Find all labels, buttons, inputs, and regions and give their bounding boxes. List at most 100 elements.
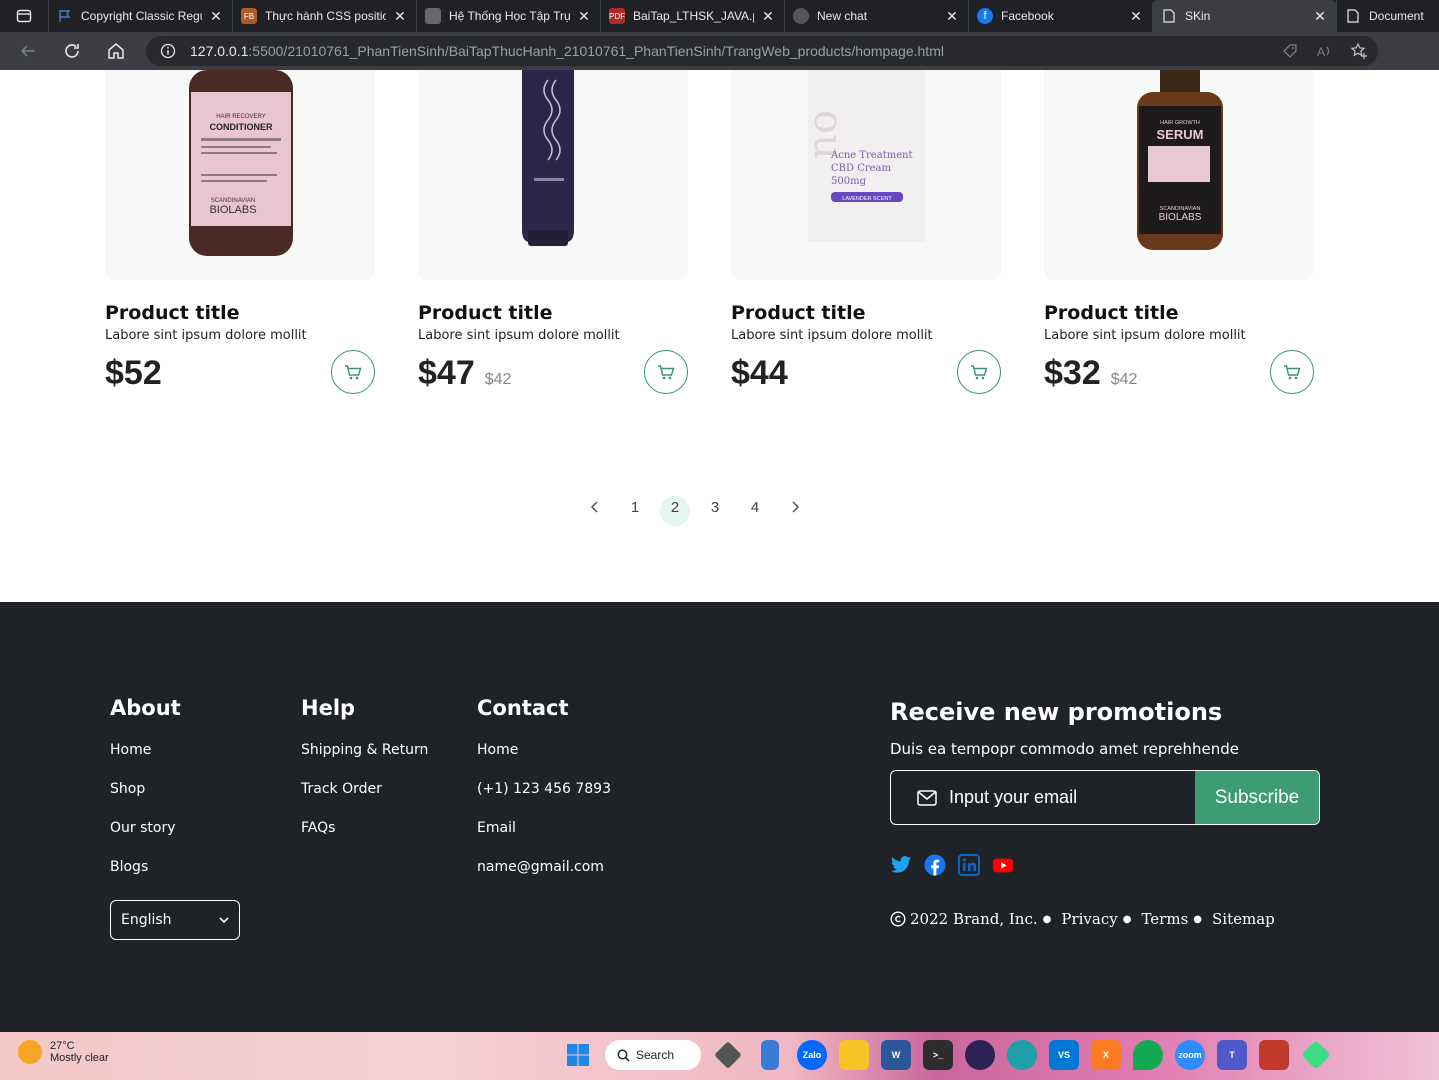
tab-title: Hệ Thống Học Tập Trự xyxy=(449,9,570,23)
close-icon[interactable]: ✕ xyxy=(1128,8,1144,25)
chevron-right-icon xyxy=(792,501,800,513)
file-explorer-icon[interactable] xyxy=(839,1040,869,1070)
tab-baitap-pdf[interactable]: PDF BaiTap_LTHSK_JAVA.pd ✕ xyxy=(600,0,784,32)
facebook-icon: f xyxy=(977,8,993,24)
url-field[interactable]: 127.0.0.1:5500/21010761_PhanTienSinh/Bai… xyxy=(146,36,1378,66)
footer-contact: Contact Home (+1) 123 456 7893 Email nam… xyxy=(477,696,611,898)
taskbar-search[interactable]: Search xyxy=(605,1040,701,1070)
tab-title: Facebook xyxy=(1001,9,1054,23)
notepad-icon[interactable] xyxy=(761,1040,779,1070)
tag-icon[interactable] xyxy=(1282,43,1298,59)
zoom-icon[interactable]: zoom xyxy=(1175,1040,1205,1070)
tab-title: BaiTap_LTHSK_JAVA.pd xyxy=(633,9,754,23)
edge-icon[interactable] xyxy=(1007,1040,1037,1070)
footer-heading: Contact xyxy=(477,696,569,720)
refresh-button[interactable] xyxy=(50,32,94,70)
language-select[interactable]: English xyxy=(110,900,240,940)
facebook-icon[interactable] xyxy=(924,854,946,876)
terms-link[interactable]: Terms xyxy=(1141,910,1188,928)
page-1-button[interactable]: 1 xyxy=(615,490,655,524)
close-icon[interactable]: ✕ xyxy=(760,8,776,25)
taskbar-apps: Search Zalo W >_ VS X zoom T xyxy=(563,1040,1331,1070)
product-title[interactable]: Product title xyxy=(1044,302,1179,324)
footer-link-home[interactable]: Home xyxy=(110,742,181,781)
product-price: $52 xyxy=(105,354,162,392)
add-to-cart-button[interactable] xyxy=(957,350,1001,394)
cart-icon xyxy=(658,365,675,380)
footer-link-shop[interactable]: Shop xyxy=(110,781,181,820)
site-footer: About Home Shop Our story Blogs Help Shi… xyxy=(0,602,1439,1032)
home-button[interactable] xyxy=(94,32,138,70)
word-icon[interactable]: W xyxy=(881,1040,911,1070)
footer-link-blogs[interactable]: Blogs xyxy=(110,859,181,898)
tab-skin[interactable]: SKin ✕ xyxy=(1152,0,1336,32)
tab-title: Document xyxy=(1369,9,1424,23)
tab-facebook[interactable]: f Facebook ✕ xyxy=(968,0,1152,32)
teams-icon[interactable]: T xyxy=(1217,1040,1247,1070)
footer-contact-phone[interactable]: (+1) 123 456 7893 xyxy=(477,781,611,820)
product-title[interactable]: Product title xyxy=(418,302,553,324)
fb-icon: FB xyxy=(241,8,257,24)
footer-link-track-order[interactable]: Track Order xyxy=(301,781,428,820)
product-card[interactable]: HAIR GROWTH SERUM SCANDINAVIAN BIOLABS P… xyxy=(1044,70,1314,410)
product-card[interactable]: Product title Labore sint ipsum dolore m… xyxy=(418,70,688,410)
product-title[interactable]: Product title xyxy=(105,302,240,324)
windows-start-icon[interactable] xyxy=(563,1040,593,1070)
favorite-add-icon[interactable] xyxy=(1350,42,1368,60)
next-page-button[interactable] xyxy=(775,490,815,524)
footer-link-shipping[interactable]: Shipping & Return xyxy=(301,742,428,781)
weather-widget[interactable]: 27°C Mostly clear xyxy=(18,1040,109,1064)
sitemap-link[interactable]: Sitemap xyxy=(1212,910,1275,928)
prev-page-button[interactable] xyxy=(575,490,615,524)
footer-link-our-story[interactable]: Our story xyxy=(110,820,181,859)
add-to-cart-button[interactable] xyxy=(331,350,375,394)
eclipse-icon[interactable] xyxy=(965,1040,995,1070)
network-tool-icon[interactable] xyxy=(1259,1040,1289,1070)
email-placeholder: Input your email xyxy=(949,787,1078,807)
close-icon[interactable]: ✕ xyxy=(944,8,960,25)
subscribe-form: Input your email Subscribe xyxy=(890,770,1320,825)
mongodb-icon[interactable] xyxy=(1133,1040,1163,1070)
product-card[interactable]: ou Acne Treatment CBD Cream 500mg LAVEND… xyxy=(731,70,1001,410)
product-title[interactable]: Product title xyxy=(731,302,866,324)
tab-actions-button[interactable] xyxy=(0,0,48,32)
page-3-button[interactable]: 3 xyxy=(695,490,735,524)
back-button[interactable] xyxy=(6,32,50,70)
footer-link-faqs[interactable]: FAQs xyxy=(301,820,428,859)
read-aloud-icon[interactable]: A xyxy=(1316,43,1332,59)
add-to-cart-button[interactable] xyxy=(644,350,688,394)
promo-text: Duis ea tempopr commodo amet reprehhende xyxy=(890,740,1239,758)
close-icon[interactable]: ✕ xyxy=(392,8,408,25)
tab-new-chat[interactable]: New chat ✕ xyxy=(784,0,968,32)
subscribe-button[interactable]: Subscribe xyxy=(1195,771,1319,824)
product-card[interactable]: HAIR RECOVERY CONDITIONER SCANDINAVIAN B… xyxy=(105,70,375,410)
youtube-icon[interactable] xyxy=(992,854,1014,876)
task-view-icon[interactable] xyxy=(714,1041,742,1069)
add-to-cart-button[interactable] xyxy=(1270,350,1314,394)
language-selected: English xyxy=(121,912,172,928)
product-label-text: Acne Treatment xyxy=(830,150,913,161)
tab-document[interactable]: Document xyxy=(1336,0,1439,32)
tab-copyright[interactable]: Copyright Classic Regu ✕ xyxy=(48,0,232,32)
page-2-button[interactable]: 2 xyxy=(655,490,695,526)
page-4-button[interactable]: 4 xyxy=(735,490,775,524)
privacy-link[interactable]: Privacy xyxy=(1061,910,1117,928)
footer-contact-email[interactable]: name@gmail.com xyxy=(477,859,611,898)
promo-heading: Receive new promotions xyxy=(890,698,1223,726)
tab-he-thong[interactable]: Hệ Thống Học Tập Trự ✕ xyxy=(416,0,600,32)
doc-icon xyxy=(425,8,441,24)
linkedin-icon[interactable] xyxy=(958,854,980,876)
zalo-icon[interactable]: Zalo xyxy=(797,1040,827,1070)
xampp-icon[interactable]: X xyxy=(1091,1040,1121,1070)
footer-heading: About xyxy=(110,696,181,720)
email-input[interactable]: Input your email xyxy=(891,771,1195,824)
footer-contact-home[interactable]: Home xyxy=(477,742,611,781)
twitter-icon[interactable] xyxy=(890,854,912,876)
tab-css-position[interactable]: FB Thực hành CSS positio ✕ xyxy=(232,0,416,32)
close-icon[interactable]: ✕ xyxy=(576,8,592,25)
git-tool-icon[interactable] xyxy=(1301,1040,1331,1070)
close-icon[interactable]: ✕ xyxy=(208,8,224,25)
vscode-icon[interactable]: VS xyxy=(1049,1040,1079,1070)
terminal-icon[interactable]: >_ xyxy=(923,1040,953,1070)
close-icon[interactable]: ✕ xyxy=(1312,8,1328,25)
